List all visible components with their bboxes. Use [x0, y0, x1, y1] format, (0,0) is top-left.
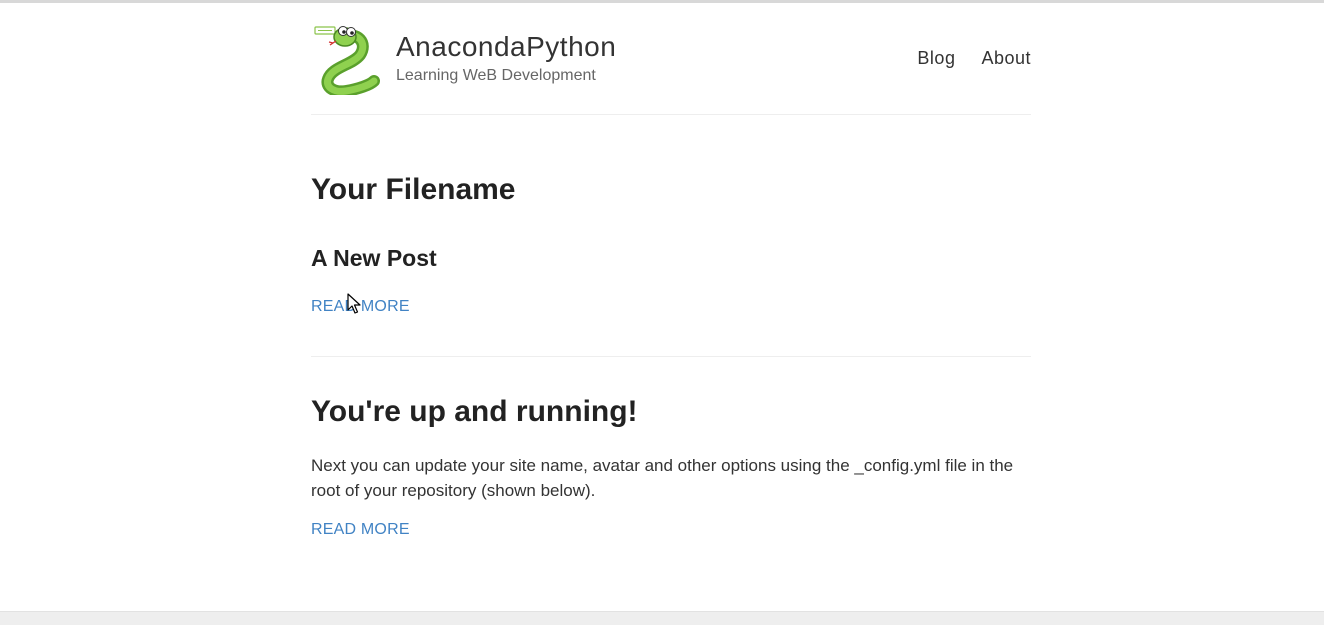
- post-title-up-and-running[interactable]: You're up and running!: [311, 395, 638, 429]
- site-name[interactable]: AnacondaPython: [396, 31, 616, 63]
- post-excerpt: Next you can update your site name, avat…: [311, 456, 1014, 500]
- main-nav: Blog About: [917, 48, 1031, 69]
- mouse-cursor-icon: [347, 293, 361, 314]
- nav-item-blog[interactable]: Blog: [917, 48, 955, 69]
- post-divider: [311, 356, 1031, 357]
- site-description: Learning WeB Development: [396, 67, 596, 84]
- browser-bottom-bar: [0, 611, 1324, 625]
- nav-item-about[interactable]: About: [981, 48, 1031, 69]
- page-wrapper: AnacondaPython Learning WeB Development …: [311, 0, 1031, 538]
- read-more-link[interactable]: READ MORE: [311, 521, 410, 539]
- snake-logo-icon: [314, 26, 380, 98]
- section-title: Your Filename: [311, 173, 516, 206]
- site-avatar[interactable]: [312, 23, 380, 98]
- post-title-a-new-post[interactable]: A New Post: [311, 245, 437, 272]
- masthead: AnacondaPython Learning WeB Development …: [311, 0, 1031, 115]
